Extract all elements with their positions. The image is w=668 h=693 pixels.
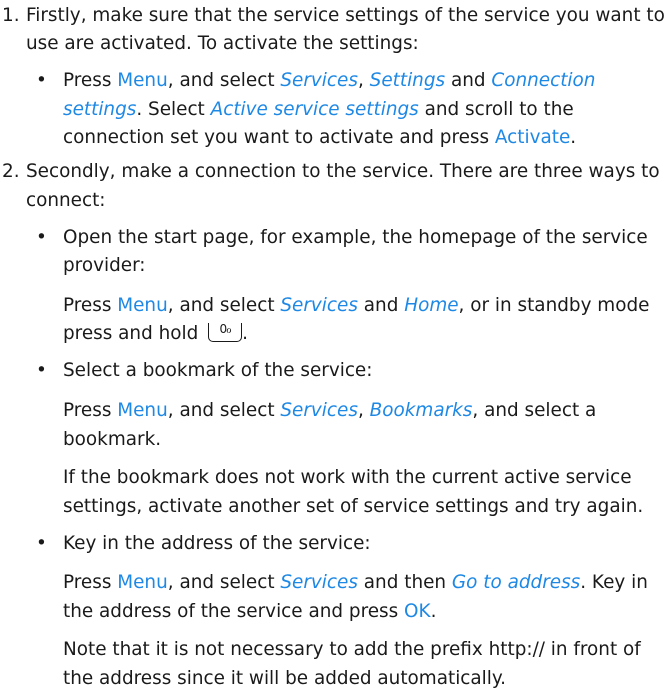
step-1-bullet-line-1: Press Menu, and select Services, Setting… bbox=[63, 70, 596, 92]
step-2-bullet-3-instr-1: Press Menu, and select Services and then… bbox=[63, 572, 648, 594]
step-1-bullet-line-2: settings. Select Active service settings… bbox=[63, 98, 574, 120]
services-menu: Services bbox=[280, 70, 358, 92]
bullet: • bbox=[36, 532, 47, 554]
bookmarks-menu: Bookmarks bbox=[369, 399, 473, 421]
step-2-bullet-2-line-1: Select a bookmark of the service: bbox=[63, 360, 373, 382]
step-2-bullet-2-instr-2: bookmark. bbox=[63, 428, 162, 450]
step-2-bullet-2-note-1: If the bookmark does not work with the c… bbox=[63, 467, 632, 489]
step-1-number: 1. bbox=[2, 4, 20, 26]
step-2-line-2: connect: bbox=[26, 189, 106, 211]
services-menu: Services bbox=[280, 294, 358, 316]
step-2-bullet-1-instr-1: Press Menu, and select Services and Home… bbox=[63, 294, 650, 316]
step-2-line-1: Secondly, make a connection to the servi… bbox=[26, 161, 660, 183]
step-2-bullet-3-instr-2: the address of the service and press OK. bbox=[63, 600, 437, 622]
zero-key-icon: 0ℴ bbox=[208, 322, 243, 343]
services-menu: Services bbox=[280, 572, 358, 594]
ok-key: OK bbox=[404, 600, 431, 622]
go-to-address-menu: Go to address bbox=[451, 572, 581, 594]
settings-menu: Settings bbox=[369, 70, 446, 92]
step-1-line-1: Firstly, make sure that the service sett… bbox=[26, 4, 665, 26]
manual-page: 1. Firstly, make sure that the service s… bbox=[0, 0, 668, 693]
connection-settings-menu: Connection bbox=[491, 70, 596, 92]
step-2-bullet-1-instr-2: press and hold 0ℴ. bbox=[63, 322, 248, 345]
menu-key: Menu bbox=[117, 70, 168, 92]
step-2-number: 2. bbox=[2, 161, 20, 183]
step-1-bullet-line-3: connection set you want to activate and … bbox=[63, 127, 577, 149]
step-2-bullet-1-line-1: Open the start page, for example, the ho… bbox=[63, 226, 648, 248]
step-2-bullet-1-line-2: provider: bbox=[63, 255, 146, 277]
services-menu: Services bbox=[280, 399, 358, 421]
step-1-line-2: use are activated. To activate the setti… bbox=[26, 33, 419, 55]
menu-key: Menu bbox=[117, 294, 168, 316]
step-2-bullet-2-note-2: settings, activate another set of servic… bbox=[63, 495, 644, 517]
bullet: • bbox=[36, 70, 47, 92]
step-2-bullet-3-line-1: Key in the address of the service: bbox=[63, 532, 371, 554]
step-2-bullet-3-note-2: the address since it will be added autom… bbox=[63, 668, 507, 689]
step-2-bullet-2-instr-1: Press Menu, and select Services, Bookmar… bbox=[63, 399, 597, 421]
menu-key: Menu bbox=[117, 399, 168, 421]
bullet: • bbox=[36, 360, 47, 382]
step-2-bullet-3-note-1: Note that it is not necessary to add the… bbox=[63, 639, 641, 661]
home-menu: Home bbox=[404, 294, 459, 316]
menu-key: Menu bbox=[117, 572, 168, 594]
bullet: • bbox=[36, 226, 47, 248]
active-service-settings-menu: Active service settings bbox=[210, 98, 419, 120]
activate-key: Activate bbox=[494, 127, 571, 149]
